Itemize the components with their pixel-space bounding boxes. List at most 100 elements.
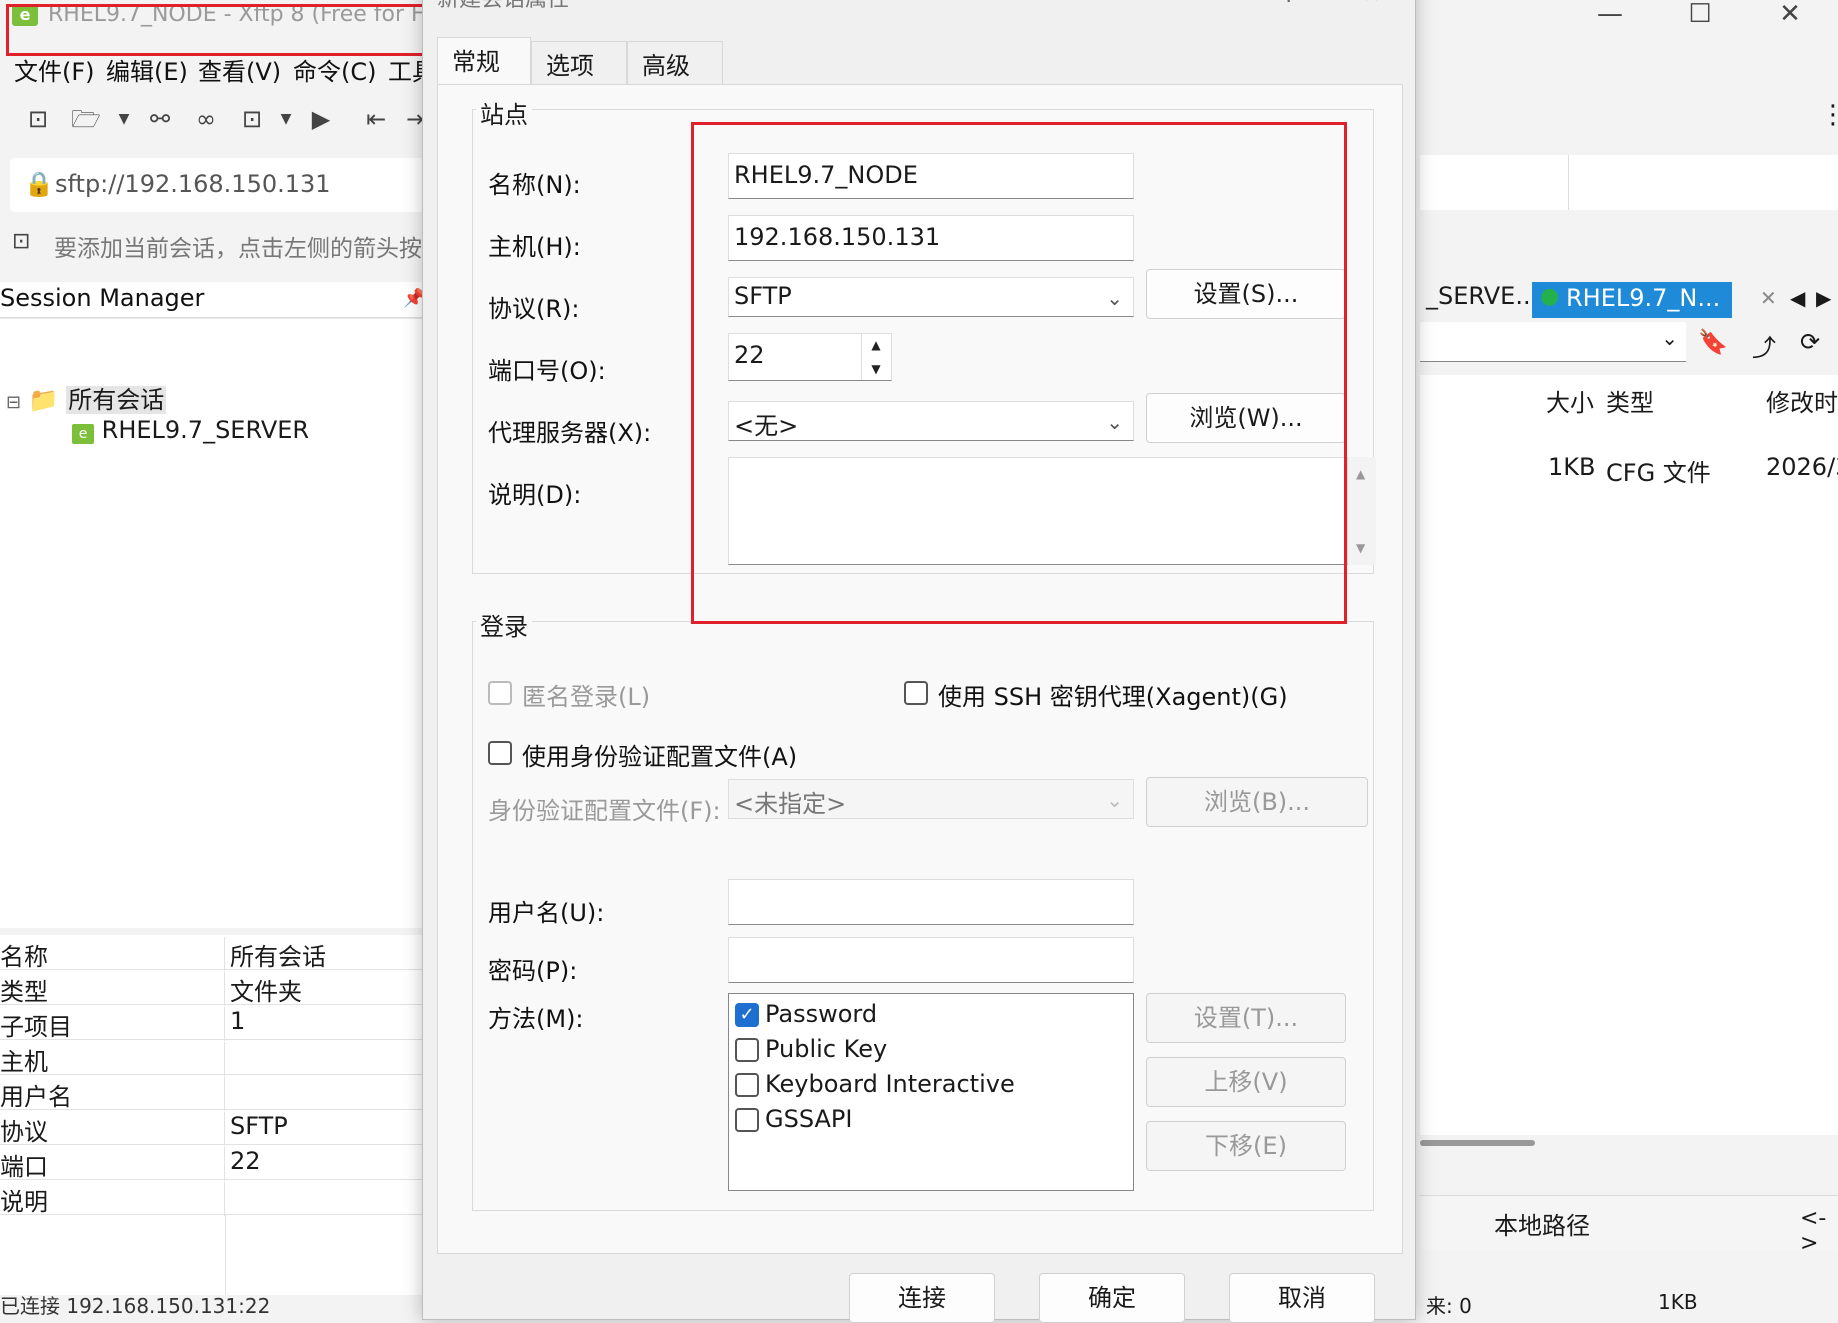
- cell-size: 1KB: [1548, 453, 1596, 481]
- move-down-button[interactable]: 下移(E): [1146, 1121, 1346, 1171]
- cancel-button[interactable]: 取消: [1229, 1273, 1375, 1323]
- menu-file[interactable]: 文件(F): [14, 52, 95, 87]
- open-folder-icon[interactable]: 🗁: [70, 102, 102, 136]
- prop-key: 说明: [0, 1182, 225, 1216]
- prop-key: 主机: [0, 1042, 225, 1076]
- status-bar: 已连接 192.168.150.131:22: [0, 1294, 271, 1318]
- prop-row: 主机: [0, 1040, 430, 1076]
- new-session-icon[interactable]: ⊡: [22, 102, 54, 136]
- session-settings-icon[interactable]: ⊡: [236, 102, 268, 136]
- prop-key: 端口: [0, 1147, 225, 1181]
- scroll-right-icon[interactable]: ▶: [1816, 286, 1831, 310]
- column-modified[interactable]: 修改时: [1766, 383, 1838, 418]
- tab-options[interactable]: 选项: [531, 41, 627, 85]
- prop-row: 协议 SFTP: [0, 1110, 430, 1146]
- session-tree-toolbar: [0, 318, 430, 368]
- chevron-down-icon: ⌄: [1106, 788, 1123, 812]
- local-path-label: 本地路径: [1494, 1212, 1590, 1240]
- method-settings-button[interactable]: 设置(T)...: [1146, 993, 1346, 1043]
- auth-method-list: ✓ Password Public Key Keyboard Interacti…: [728, 993, 1134, 1191]
- tab-general[interactable]: 常规: [437, 37, 531, 85]
- play-icon[interactable]: ▶: [305, 102, 337, 136]
- menu-view[interactable]: 查看(V): [198, 52, 281, 87]
- xagent-checkbox[interactable]: [904, 681, 928, 705]
- properties-panel: 名称 所有会话 类型 文件夹 子项目 1 主机 用户名 协议 SFTP 端口 22 说明: [0, 935, 430, 1295]
- menu-edit[interactable]: 编辑(E): [106, 52, 188, 87]
- chevron-down-icon[interactable]: ▼: [270, 102, 302, 136]
- tab-close-icon[interactable]: ✕: [1760, 286, 1777, 310]
- protocol-label: 协议(R):: [488, 295, 580, 323]
- chevron-down-icon[interactable]: ▼: [108, 102, 140, 136]
- tab-server[interactable]: _SERVE...: [1426, 282, 1538, 318]
- prop-value: SFTP: [230, 1112, 288, 1140]
- column-size[interactable]: 大小: [1546, 383, 1594, 418]
- help-icon[interactable]: ?: [1283, 0, 1295, 8]
- prop-key: 子项目: [0, 1007, 225, 1041]
- tab-node-label: RHEL9.7_N...: [1566, 284, 1721, 312]
- scroll-down-icon[interactable]: ▼: [1356, 541, 1365, 555]
- username-input[interactable]: [728, 879, 1134, 925]
- auth-file-label: 身份验证配置文件(F):: [488, 797, 721, 825]
- method-label: 方法(M):: [488, 1005, 584, 1033]
- bookmark-icon[interactable]: 🔖: [1698, 328, 1728, 356]
- more-icon[interactable]: ⋮: [1820, 100, 1838, 130]
- remote-file-list: 大小 类型 修改时 1KB CFG 文件 2026/3: [1420, 375, 1838, 1146]
- toolbar: ⊡ 🗁 ▼ ⚯ ∞ ⊡ ▼ ▶ ⇤ ⇥: [0, 98, 430, 144]
- refresh-icon[interactable]: ⟳: [1800, 328, 1820, 356]
- auth-browse-button[interactable]: 浏览(B)...: [1146, 777, 1368, 827]
- password-field-area: 密码: [1420, 155, 1838, 357]
- disconnect-icon[interactable]: ⚯: [144, 102, 176, 136]
- lock-icon: 🔒: [24, 170, 54, 198]
- dialog-title: 新建会话属性: [437, 0, 569, 13]
- tab-node-active[interactable]: ● RHEL9.7_N...: [1532, 282, 1732, 318]
- transfer-count: 来: 0: [1426, 1294, 1472, 1318]
- remote-path-dropdown[interactable]: ⌄: [1420, 322, 1686, 362]
- auth-profile-checkbox[interactable]: [488, 741, 512, 765]
- move-up-button[interactable]: 上移(V): [1146, 1057, 1346, 1107]
- scroll-up-icon[interactable]: ▲: [1356, 467, 1365, 481]
- connect-button[interactable]: 连接: [849, 1273, 995, 1323]
- prop-row: 类型 文件夹: [0, 970, 430, 1006]
- direction-label: <->: [1800, 1206, 1827, 1256]
- link-icon[interactable]: ∞: [190, 102, 222, 136]
- tree-root[interactable]: ⊟ 📁 所有会话: [6, 380, 167, 415]
- password-input[interactable]: [1568, 155, 1838, 210]
- horizontal-scrollbar[interactable]: [1420, 1140, 1535, 1146]
- prop-value: 文件夹: [230, 978, 302, 1006]
- address-bar[interactable]: 🔒 sftp://192.168.150.131: [10, 158, 430, 212]
- folder-up-icon[interactable]: ⤴: [1752, 328, 1776, 363]
- transfer-left-icon[interactable]: ⇤: [360, 102, 392, 136]
- auth-file-select[interactable]: <未指定> ⌄: [728, 779, 1134, 819]
- ok-button[interactable]: 确定: [1039, 1273, 1185, 1323]
- prop-row: 子项目 1: [0, 1005, 430, 1041]
- scroll-left-icon[interactable]: ◀: [1790, 286, 1805, 310]
- address-input[interactable]: sftp://192.168.150.131: [55, 170, 331, 198]
- column-type[interactable]: 类型: [1606, 383, 1654, 418]
- add-session-icon[interactable]: ⊡: [12, 229, 30, 254]
- method-password-label: Password: [765, 1000, 878, 1028]
- cell-modified: 2026/3: [1766, 453, 1838, 481]
- host-label: 主机(H):: [488, 233, 581, 261]
- tab-advanced[interactable]: 高级: [627, 41, 723, 85]
- prop-row: 端口 22: [0, 1145, 430, 1181]
- remote-panel: ⋮ 密码 _SERVE... ● RHEL9.7_N... ✕ ◀ ▶ ⌄ 🔖 …: [1420, 0, 1838, 1318]
- password-input[interactable]: [728, 937, 1134, 983]
- tree-item-label: RHEL9.7_SERVER: [101, 416, 310, 444]
- method-gssapi-label: GSSAPI: [765, 1105, 853, 1133]
- method-gssapi-checkbox[interactable]: [735, 1108, 759, 1132]
- collapse-icon[interactable]: ⊟: [6, 392, 21, 413]
- method-public-key-checkbox[interactable]: [735, 1038, 759, 1062]
- prop-key: 用户名: [0, 1077, 225, 1111]
- method-keyboard-checkbox[interactable]: [735, 1073, 759, 1097]
- method-password-checkbox[interactable]: ✓: [735, 1003, 759, 1027]
- dialog-close-icon[interactable]: ✕: [1363, 0, 1381, 8]
- auth-file-value: <未指定>: [734, 790, 847, 818]
- tree-item-session[interactable]: e RHEL9.7_SERVER: [72, 416, 309, 444]
- description-scrollbar[interactable]: ▲ ▼: [1348, 457, 1376, 565]
- anonymous-checkbox[interactable]: [488, 681, 512, 705]
- auth-profile-label: 使用身份验证配置文件(A): [522, 743, 798, 771]
- prop-key: 类型: [0, 972, 225, 1006]
- session-manager-title: Session Manager: [0, 284, 205, 312]
- tree-root-label: 所有会话: [66, 386, 167, 414]
- menu-command[interactable]: 命令(C): [293, 52, 376, 87]
